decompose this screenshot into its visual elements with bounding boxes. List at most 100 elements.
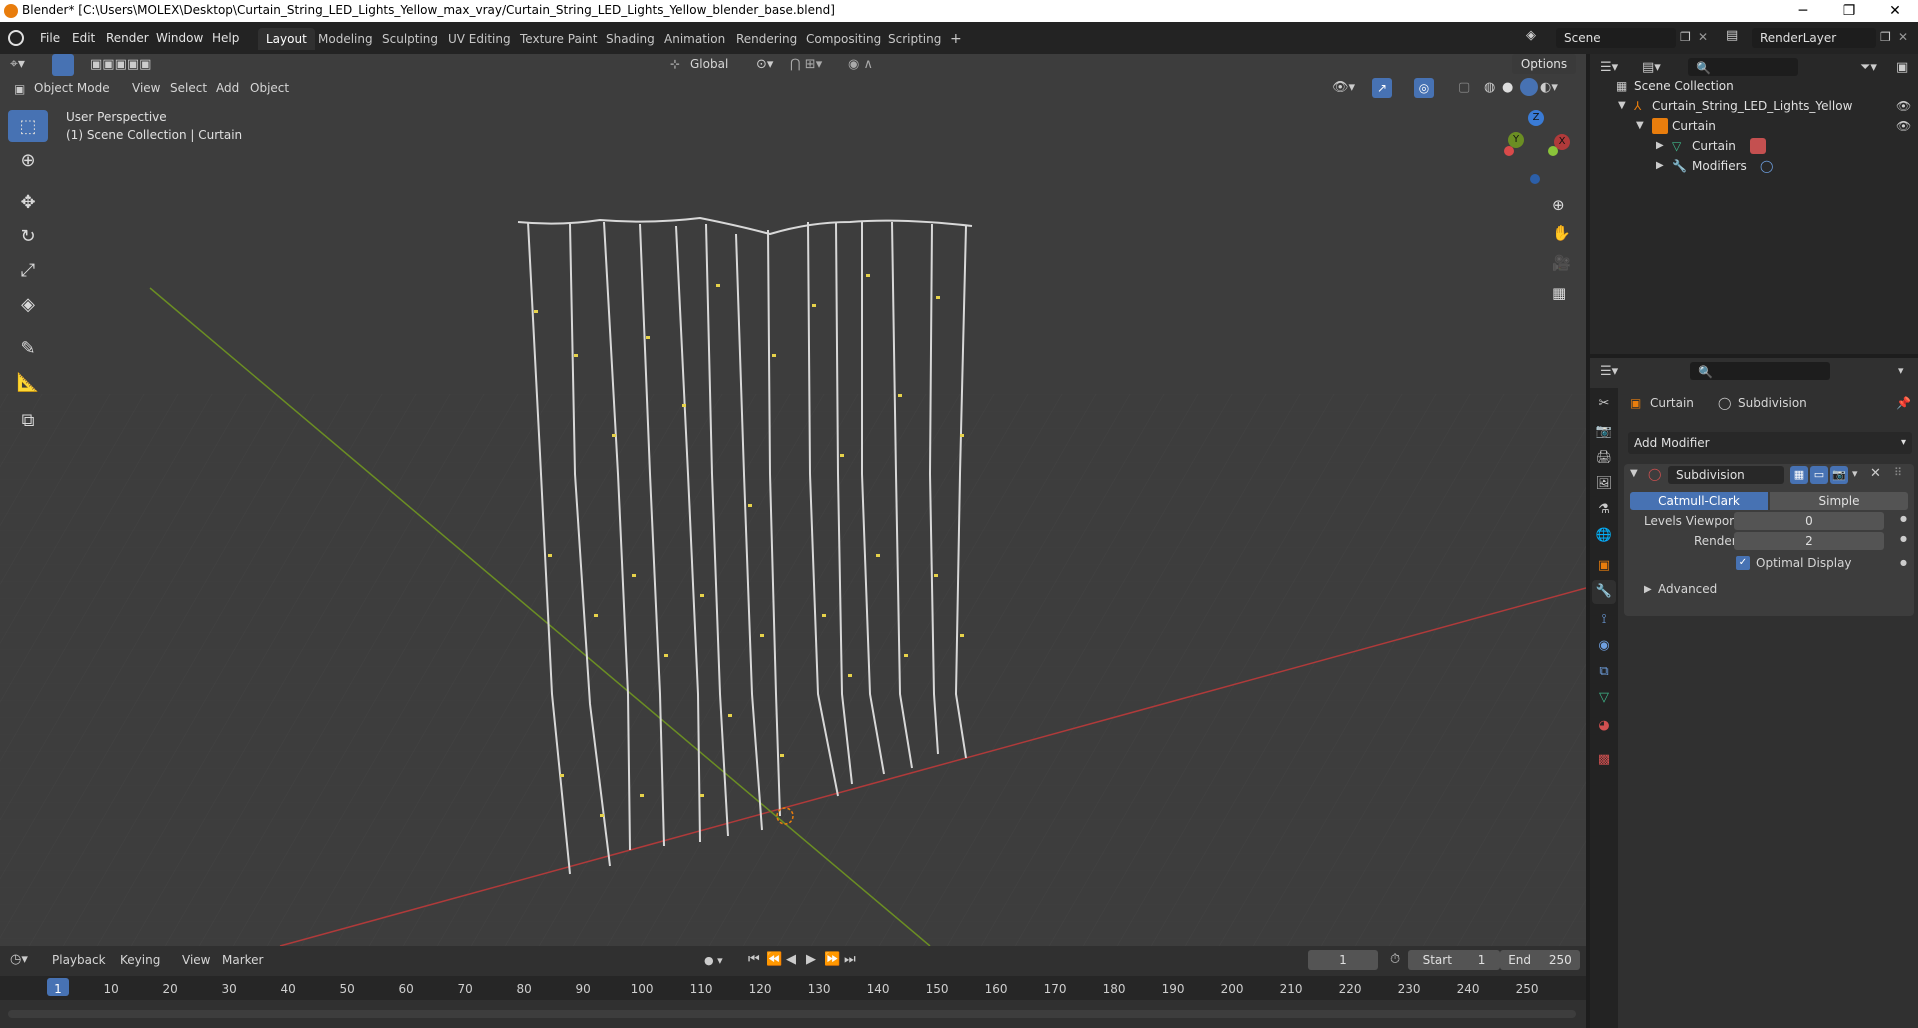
- outliner-search-input[interactable]: 🔍: [1688, 58, 1798, 76]
- material-tab-icon[interactable]: ◕: [1592, 714, 1616, 738]
- jump-start-icon[interactable]: ⏮: [748, 952, 760, 967]
- timeline-editor-icon[interactable]: ◷▾: [10, 952, 28, 967]
- properties-search-input[interactable]: 🔍: [1690, 362, 1830, 380]
- timeline-menu-marker[interactable]: Marker: [218, 950, 267, 970]
- rotate-tool-icon[interactable]: ↻: [8, 220, 48, 252]
- select-tool-icon[interactable]: ⬚: [8, 110, 48, 142]
- solid-shading-icon[interactable]: ●: [1502, 80, 1513, 95]
- scene-name-field[interactable]: Scene: [1556, 28, 1676, 48]
- tab-rendering[interactable]: Rendering: [728, 28, 805, 50]
- current-frame-field[interactable]: 1: [1308, 950, 1378, 970]
- wireframe-shading-icon[interactable]: ◍: [1484, 80, 1495, 95]
- edit-mode-toggle-icon[interactable]: ▦: [1790, 466, 1808, 484]
- texture-tab-icon[interactable]: ▩: [1592, 748, 1616, 772]
- object-tab-icon[interactable]: ▣: [1592, 554, 1616, 578]
- tab-layout[interactable]: Layout: [258, 28, 315, 50]
- outliner-row-modifiers[interactable]: ▶ 🔧 Modifiers ◯: [1590, 156, 1918, 176]
- tab-texture-paint[interactable]: Texture Paint: [512, 28, 605, 50]
- new-render-layer-icon[interactable]: ❐: [1880, 30, 1891, 44]
- tab-shading[interactable]: Shading: [598, 28, 663, 50]
- delete-scene-icon[interactable]: ✕: [1698, 30, 1708, 44]
- expand-arrow-icon[interactable]: ▶: [1656, 156, 1664, 176]
- new-scene-icon[interactable]: ❐: [1680, 30, 1691, 44]
- pivot-point-icon[interactable]: ⊙▾: [756, 57, 773, 72]
- gizmo-z-axis[interactable]: Z: [1528, 110, 1544, 126]
- drag-handle-icon[interactable]: ⠿: [1894, 466, 1902, 479]
- advanced-section-label[interactable]: Advanced: [1658, 582, 1717, 596]
- options-dropdown[interactable]: Options: [1512, 54, 1576, 74]
- render-layer-field[interactable]: RenderLayer: [1752, 28, 1876, 48]
- gizmo-neg-x[interactable]: [1504, 146, 1514, 156]
- tab-modeling[interactable]: Modeling: [310, 28, 381, 50]
- timeline-menu-view[interactable]: View: [178, 950, 214, 970]
- blender-menu-icon[interactable]: [8, 30, 24, 46]
- 3d-viewport[interactable]: ⌖▾ ▣▣▣▣▣ ⊹ Global ⊙▾ ⋂ ⊞▾ ◉ ∧ Options ▣ …: [0, 54, 1586, 946]
- tool-tab-icon[interactable]: ✂: [1592, 392, 1616, 416]
- render-tab-icon[interactable]: 📷: [1592, 420, 1616, 444]
- keyframe-dot-icon[interactable]: ●: [1900, 514, 1907, 523]
- move-tool-icon[interactable]: ✥: [8, 186, 48, 218]
- rendered-shading-icon[interactable]: ◐▾: [1540, 80, 1558, 95]
- menu-render[interactable]: Render: [100, 28, 155, 48]
- outliner-row-scene-collection[interactable]: ▦ Scene Collection: [1590, 76, 1918, 96]
- next-keyframe-icon[interactable]: ⏩: [824, 952, 840, 967]
- add-cube-tool-icon[interactable]: ⧉: [8, 404, 48, 436]
- visibility-eye-icon[interactable]: 👁: [1896, 96, 1911, 116]
- select-mode-icons[interactable]: ▣▣▣▣▣: [90, 57, 151, 72]
- data-tab-icon[interactable]: ▽: [1592, 686, 1616, 710]
- record-icon[interactable]: ● ▾: [704, 954, 723, 967]
- menu-help[interactable]: Help: [206, 28, 245, 48]
- display-mode-icon[interactable]: ▤▾: [1642, 60, 1661, 75]
- remove-modifier-icon[interactable]: ✕: [1870, 466, 1881, 481]
- constraints-tab-icon[interactable]: ⧉: [1592, 660, 1616, 684]
- filter-icon[interactable]: ⏷▾: [1860, 60, 1877, 75]
- object-mode-dropdown[interactable]: Object Mode: [30, 78, 114, 98]
- add-workspace-button[interactable]: +: [942, 28, 970, 50]
- annotate-tool-icon[interactable]: ✎: [8, 332, 48, 364]
- delete-render-layer-icon[interactable]: ✕: [1898, 30, 1908, 44]
- properties-editor-icon[interactable]: ☰▾: [1600, 364, 1618, 379]
- particles-tab-icon[interactable]: ⟟: [1592, 608, 1616, 632]
- modifier-name-field[interactable]: Subdivision: [1668, 466, 1784, 484]
- expand-arrow-icon[interactable]: ▶: [1644, 584, 1652, 595]
- scene-icon[interactable]: ◈: [1526, 28, 1550, 48]
- keyframe-dot-icon[interactable]: ●: [1900, 558, 1907, 567]
- xray-icon[interactable]: ▢: [1458, 80, 1470, 95]
- keyframe-dot-icon[interactable]: ●: [1900, 534, 1907, 543]
- modifier-menu-icon[interactable]: ▾: [1852, 467, 1858, 480]
- physics-tab-icon[interactable]: ◉: [1592, 634, 1616, 658]
- view-layer-tab-icon[interactable]: 🖼: [1592, 472, 1616, 496]
- maximize-button[interactable]: ❐: [1826, 0, 1872, 22]
- collapse-arrow-icon[interactable]: ▼: [1630, 468, 1638, 479]
- modifier-tab-icon[interactable]: 🔧: [1592, 580, 1616, 604]
- material-shading-icon[interactable]: [1520, 78, 1538, 96]
- tab-scripting[interactable]: Scripting: [880, 28, 949, 50]
- optimal-display-checkbox[interactable]: ✓: [1736, 556, 1750, 570]
- ortho-toggle-icon[interactable]: ▦: [1552, 284, 1566, 302]
- viewport-menu-object[interactable]: Object: [246, 78, 293, 98]
- start-frame-field[interactable]: Start 1: [1408, 950, 1500, 970]
- pin-icon[interactable]: 📌: [1896, 396, 1911, 410]
- pan-hand-icon[interactable]: ✋: [1552, 224, 1571, 242]
- output-tab-icon[interactable]: 🖨: [1592, 446, 1616, 470]
- overlay-toggle-icon[interactable]: ◎: [1414, 78, 1434, 98]
- clock-icon[interactable]: ⏱: [1390, 952, 1400, 967]
- menu-file[interactable]: File: [34, 28, 66, 48]
- timeline-menu-keying[interactable]: Keying: [116, 950, 164, 970]
- zoom-icon[interactable]: ⊕: [1552, 196, 1565, 214]
- properties-options-icon[interactable]: ▾: [1898, 364, 1904, 377]
- end-frame-field[interactable]: End 250: [1500, 950, 1580, 970]
- tab-uv-editing[interactable]: UV Editing: [440, 28, 519, 50]
- measure-tool-icon[interactable]: 📐: [8, 366, 48, 398]
- cursor-tool-icon[interactable]: ⊕: [8, 144, 48, 176]
- tab-sculpting[interactable]: Sculpting: [374, 28, 446, 50]
- timeline-scrollbar[interactable]: [8, 1010, 1576, 1018]
- visibility-icon[interactable]: 👁▾: [1332, 80, 1355, 95]
- render-layer-icon[interactable]: ▤: [1726, 28, 1738, 43]
- render-levels-field[interactable]: 2: [1734, 532, 1884, 550]
- timeline-menu-playback[interactable]: Playback: [48, 950, 110, 970]
- editor-type-icon[interactable]: ⌖▾: [10, 56, 25, 72]
- snap-icon[interactable]: ⋂ ⊞▾: [790, 57, 822, 72]
- proportional-edit-icon[interactable]: ◉ ∧: [848, 57, 873, 72]
- gizmo-neg-z[interactable]: [1530, 174, 1540, 184]
